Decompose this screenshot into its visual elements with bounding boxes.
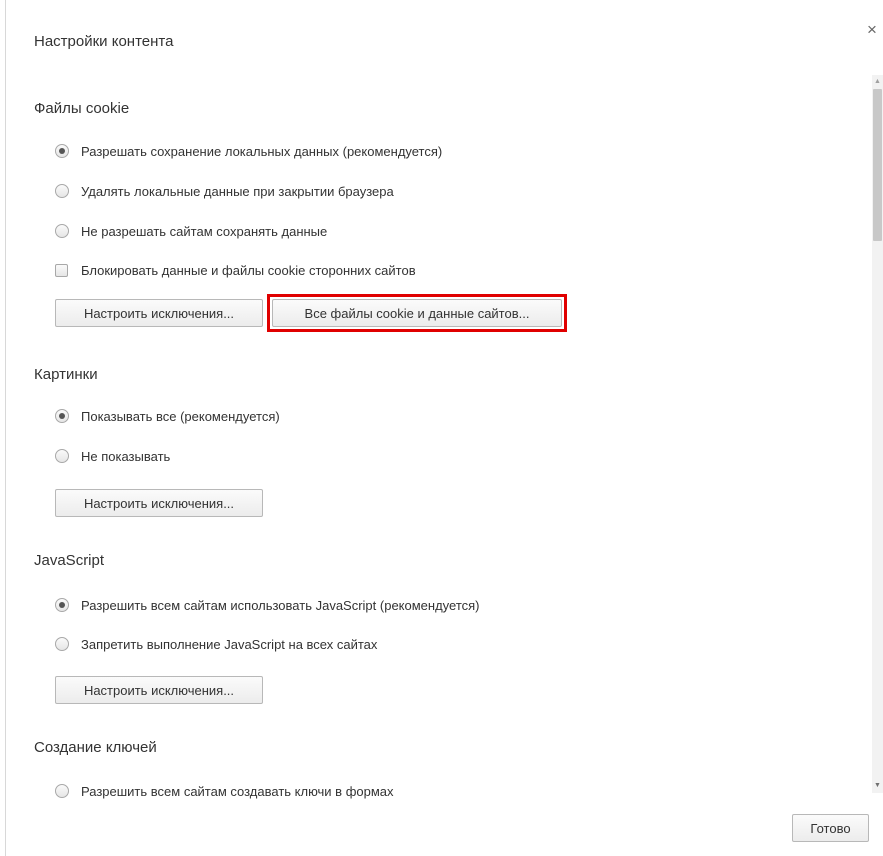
cookies-option-block[interactable]: Не разрешать сайтам сохранять данные: [55, 221, 327, 241]
cookies-option-allow-label: Разрешать сохранение локальных данных (р…: [81, 143, 443, 159]
cookies-heading: Файлы cookie: [34, 100, 130, 117]
images-option-show-all-label: Показывать все (рекомендуется): [81, 408, 280, 424]
javascript-option-allow[interactable]: Разрешить всем сайтам использовать JavaS…: [55, 595, 480, 615]
scrollbar[interactable]: ▲ ▼: [872, 75, 883, 793]
images-option-hide[interactable]: Не показывать: [55, 446, 170, 466]
radio-icon[interactable]: [55, 409, 69, 423]
images-heading: Картинки: [34, 366, 98, 383]
javascript-option-block[interactable]: Запретить выполнение JavaScript на всех …: [55, 634, 377, 654]
cookies-block-third-party[interactable]: Блокировать данные и файлы cookie сторон…: [55, 260, 416, 280]
keygen-option-allow-label: Разрешить всем сайтам создавать ключи в …: [81, 783, 394, 799]
checkbox-icon[interactable]: [55, 263, 68, 277]
cookies-option-allow[interactable]: Разрешать сохранение локальных данных (р…: [55, 141, 442, 161]
radio-icon[interactable]: [55, 784, 69, 798]
highlight-frame: [267, 294, 567, 332]
close-icon[interactable]: ×: [864, 21, 880, 38]
javascript-option-allow-label: Разрешить всем сайтам использовать JavaS…: [81, 597, 480, 613]
radio-icon[interactable]: [55, 144, 69, 158]
cookies-option-clear-label: Удалять локальные данные при закрытии бр…: [81, 183, 394, 199]
cookies-option-clear-on-exit[interactable]: Удалять локальные данные при закрытии бр…: [55, 181, 394, 201]
dialog-title: Настройки контента: [34, 33, 174, 50]
images-exceptions-button[interactable]: Настроить исключения...: [55, 489, 263, 517]
scroll-down-icon[interactable]: ▼: [872, 781, 883, 793]
radio-icon[interactable]: [55, 598, 69, 612]
javascript-exceptions-button[interactable]: Настроить исключения...: [55, 676, 263, 704]
done-button[interactable]: Готово: [792, 814, 869, 842]
javascript-heading: JavaScript: [34, 552, 105, 569]
scroll-up-icon[interactable]: ▲: [872, 75, 883, 87]
cookies-block-third-party-label: Блокировать данные и файлы cookie сторон…: [81, 262, 416, 278]
cookies-exceptions-button[interactable]: Настроить исключения...: [55, 299, 263, 327]
scrollbar-thumb[interactable]: [873, 89, 882, 241]
radio-icon[interactable]: [55, 184, 69, 198]
cookies-option-block-label: Не разрешать сайтам сохранять данные: [81, 223, 328, 239]
images-option-hide-label: Не показывать: [81, 448, 171, 464]
radio-icon[interactable]: [55, 224, 69, 238]
images-option-show-all[interactable]: Показывать все (рекомендуется): [55, 406, 280, 426]
keygen-heading: Создание ключей: [34, 739, 157, 756]
keygen-option-allow[interactable]: Разрешить всем сайтам создавать ключи в …: [55, 781, 394, 800]
radio-icon[interactable]: [55, 449, 69, 463]
javascript-option-block-label: Запретить выполнение JavaScript на всех …: [81, 636, 378, 652]
radio-icon[interactable]: [55, 637, 69, 651]
settings-scroll-area: Файлы cookie Разрешать сохранение локаль…: [0, 80, 872, 800]
